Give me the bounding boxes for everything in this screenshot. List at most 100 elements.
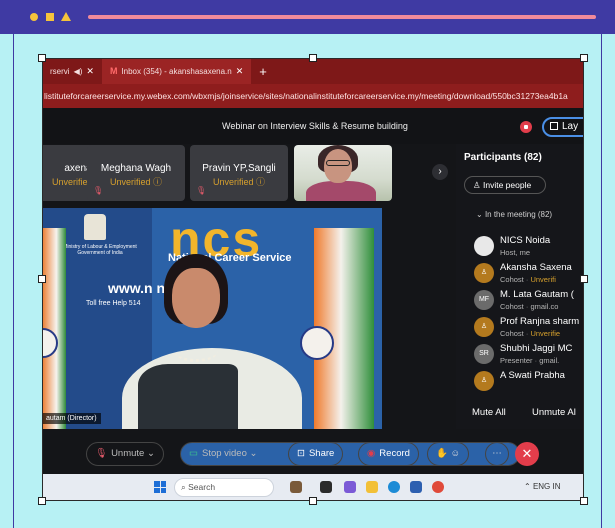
- layout-grid-icon: [550, 122, 558, 130]
- avatar: [474, 236, 494, 256]
- thumbnail-name: Meghana Wagh: [100, 163, 172, 174]
- participant-row[interactable]: ♙ A Swati Prabha: [474, 369, 584, 395]
- browser-tab[interactable]: rservi ◀) ✕: [42, 58, 102, 84]
- more-options-button[interactable]: ⋯: [485, 442, 509, 466]
- active-speaker-video[interactable]: Ministry of Labour & Employment Governme…: [42, 208, 382, 429]
- meeting-controls: 🎙 Unmute ⌄ ▭ Stop video ⌄ ⊡ Share ◉ Record ✋…: [42, 434, 584, 474]
- participant-name: NICS Noida: [500, 235, 551, 246]
- unmute-all-button[interactable]: Unmute Al: [532, 407, 576, 418]
- thumbnail-person-glasses: [326, 160, 350, 166]
- resize-handle[interactable]: [309, 497, 317, 505]
- resize-handle[interactable]: [38, 275, 46, 283]
- close-tab-icon[interactable]: ✕: [236, 66, 244, 77]
- windows-logo-tile: [154, 487, 160, 493]
- file-explorer-icon[interactable]: [366, 481, 378, 493]
- dog-app-icon[interactable]: [290, 481, 302, 493]
- chrome-icon[interactable]: [432, 481, 444, 493]
- leave-meeting-button[interactable]: ✕: [515, 442, 539, 466]
- tab-label: Inbox (354) - akanshasaxena.n: [121, 66, 232, 76]
- record-icon: ◉: [367, 448, 376, 459]
- participant-thumbnail[interactable]: Meghana Wagh Unverified ⓘ 🎙: [87, 145, 185, 201]
- speaker-face: [172, 268, 220, 328]
- taskbar-search[interactable]: ⌕ Search: [174, 478, 274, 497]
- copilot-icon[interactable]: [344, 481, 356, 493]
- resize-handle[interactable]: [580, 275, 588, 283]
- meeting-header: Webinar on Interview Skills & Resume bui…: [42, 108, 584, 144]
- muted-mic-icon: 🎙: [93, 186, 104, 195]
- emblem-icon: [84, 214, 106, 240]
- banner-website: www.n n: [108, 280, 166, 296]
- resize-handle[interactable]: [580, 497, 588, 505]
- hand-icon: ✋: [436, 448, 448, 459]
- browser-tab-inbox[interactable]: M Inbox (354) - akanshasaxena.n ✕: [101, 58, 252, 84]
- avatar: ♙: [474, 317, 494, 337]
- avatar: SR: [474, 344, 494, 364]
- thumbnail-person-face: [324, 149, 352, 183]
- windows-logo-tile: [160, 481, 166, 487]
- task-view-icon[interactable]: [320, 481, 332, 493]
- reactions-button[interactable]: ✋ ☺: [427, 442, 470, 466]
- camera-icon: ▭: [189, 448, 198, 459]
- participant-role: Cohost · gmail.co: [500, 302, 559, 311]
- participant-name: A Swati Prabha: [500, 370, 565, 381]
- triangle-icon: [61, 12, 71, 21]
- speaker-necklace: [174, 340, 218, 362]
- participant-row[interactable]: ♙ Prof Ranjna sharm Cohost · Unverifie: [474, 315, 584, 341]
- store-icon[interactable]: [410, 481, 422, 493]
- close-icon: ✕: [521, 446, 533, 461]
- meeting-title: Webinar on Interview Skills & Resume bui…: [222, 121, 408, 131]
- layout-label: Lay: [562, 121, 579, 132]
- close-tab-icon[interactable]: ✕: [86, 66, 94, 77]
- participant-row[interactable]: NICS Noida Host, me: [474, 234, 584, 260]
- speaker-name-tag: autam (Director): [42, 413, 101, 424]
- resize-handle[interactable]: [309, 54, 317, 62]
- chakra-icon: [300, 326, 334, 360]
- resize-handle[interactable]: [38, 54, 46, 62]
- muted-mic-icon: 🎙: [95, 448, 108, 459]
- participants-title: Participants (82): [464, 152, 542, 163]
- circle-icon: [30, 13, 38, 21]
- windows-logo-tile: [154, 481, 160, 487]
- next-page-arrow-icon[interactable]: ›: [432, 164, 448, 180]
- windows-start-icon[interactable]: [154, 481, 166, 493]
- chevron-down-icon: ⌄: [476, 210, 485, 219]
- participant-role: Cohost · Unverifie: [500, 329, 561, 338]
- edge-icon[interactable]: [388, 481, 400, 493]
- tray-language: ENG IN: [532, 482, 561, 491]
- unmute-button[interactable]: 🎙 Unmute ⌄: [86, 442, 164, 466]
- more-icon: ⋯: [492, 448, 502, 459]
- windows-logo-tile: [160, 487, 166, 493]
- mute-all-button[interactable]: Mute All: [472, 407, 506, 418]
- participant-name: Akansha Saxena: [500, 262, 572, 273]
- chevron-down-icon[interactable]: ⌄: [147, 448, 155, 459]
- layout-button[interactable]: Lay: [542, 117, 584, 137]
- system-tray[interactable]: ⌃ ENG IN: [524, 482, 561, 491]
- decorative-top-bar: [0, 0, 615, 34]
- emoji-icon: ☺: [450, 448, 461, 459]
- avatar: MF: [474, 290, 494, 310]
- square-icon: [46, 13, 54, 21]
- participant-role: Cohost · Unverifi: [500, 275, 556, 284]
- in-meeting-section[interactable]: ⌄ In the meeting (82): [476, 210, 552, 219]
- speaker-icon: ◀): [73, 66, 83, 76]
- chevron-up-icon: ⌃: [524, 482, 533, 491]
- participant-role: Host, me: [500, 248, 531, 257]
- participant-row[interactable]: ♙ Akansha Saxena Cohost · Unverifi: [474, 261, 584, 287]
- address-bar[interactable]: listituteforcareerservice.my.webex.com/w…: [42, 84, 584, 108]
- record-button[interactable]: ◉ Record: [358, 442, 419, 466]
- avatar: ♙: [474, 371, 494, 391]
- chevron-down-icon[interactable]: ⌄: [250, 448, 258, 459]
- participant-thumbnail[interactable]: Pravin YP,Sangli Unverified ⓘ 🎙: [190, 145, 288, 201]
- participant-role: Presenter · gmail.: [500, 356, 560, 365]
- tab-label: rservi: [50, 66, 70, 76]
- participant-row[interactable]: SR Shubhi Jaggi MC Presenter · gmail.: [474, 342, 584, 368]
- resize-handle[interactable]: [38, 497, 46, 505]
- recording-indicator-icon[interactable]: [520, 121, 532, 133]
- participant-row[interactable]: MF M. Lata Gautam ( Cohost · gmail.co: [474, 288, 584, 314]
- share-button[interactable]: ⊡ Share: [288, 442, 344, 466]
- new-tab-icon[interactable]: +: [251, 64, 275, 79]
- participant-video-thumbnail[interactable]: [294, 145, 392, 201]
- invite-people-button[interactable]: ♙ Invite people: [464, 176, 546, 194]
- resize-handle[interactable]: [580, 54, 588, 62]
- muted-mic-icon: 🎙: [196, 186, 207, 195]
